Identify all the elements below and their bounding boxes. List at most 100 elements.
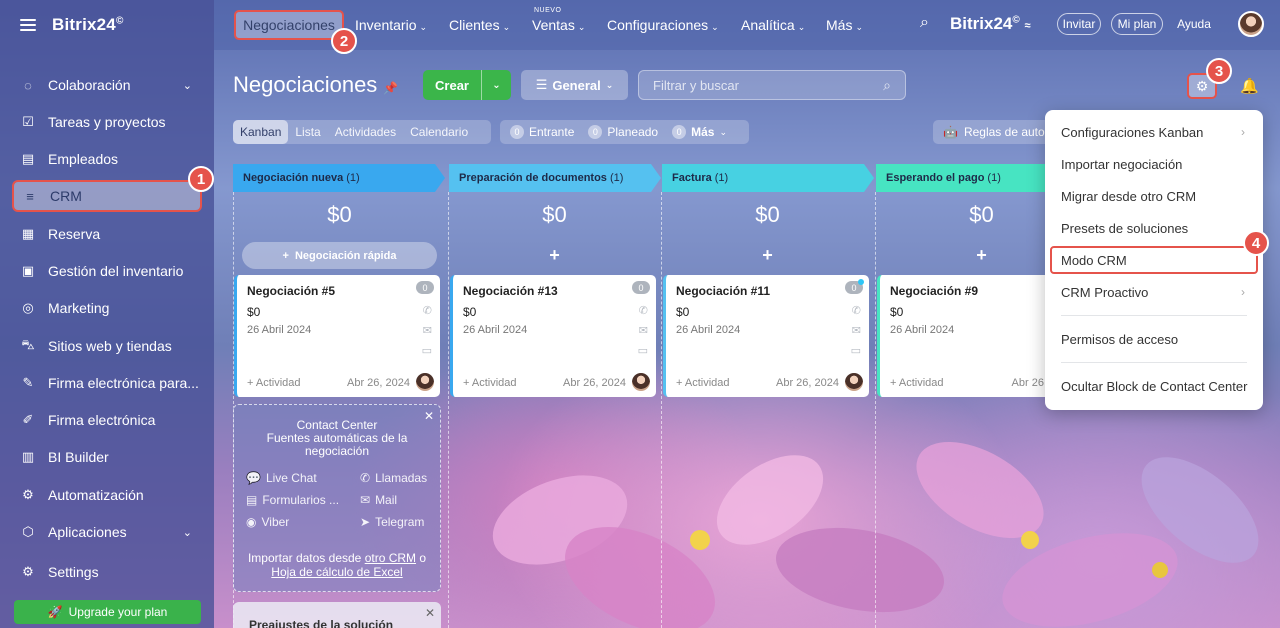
chat-icon[interactable]: ▭ <box>851 344 861 357</box>
automation-rules-button[interactable]: 🤖 Reglas de autom <box>933 120 1045 144</box>
deal-title[interactable]: Negociación #13 <box>463 284 558 298</box>
deal-title[interactable]: Negociación #11 <box>676 284 770 298</box>
source-viber[interactable]: ◉ Viber <box>246 515 289 529</box>
tab-kanban[interactable]: Kanban <box>233 120 289 144</box>
import-excel-link[interactable]: Hoja de cálculo de Excel <box>271 565 402 579</box>
search-icon[interactable]: ⌕ <box>920 14 929 32</box>
responsible-avatar[interactable] <box>416 373 434 391</box>
counter-mas[interactable]: 0 Más ⌄ <box>672 125 727 139</box>
tab-calendario[interactable]: Calendario <box>403 120 475 144</box>
invite-button[interactable]: Invitar <box>1057 13 1101 35</box>
column-sum: $0 <box>755 202 780 227</box>
chat-icon[interactable]: ▭ <box>638 344 648 357</box>
sidebar-item-empleados[interactable]: ▤ Empleados <box>12 143 202 175</box>
search-input[interactable]: Filtrar y buscar ⌕ <box>638 70 906 100</box>
responsible-avatar[interactable] <box>845 373 863 391</box>
tab-lista[interactable]: Lista <box>288 120 327 144</box>
menu-item-proactive-crm[interactable]: CRM Proactivo › <box>1061 285 1251 300</box>
phone-icon[interactable]: ✆ <box>852 304 861 317</box>
add-deal-plus-icon[interactable]: + <box>452 245 657 266</box>
nav-tab-configuraciones[interactable]: Configuraciones ⌄ <box>607 17 719 33</box>
responsible-avatar[interactable] <box>632 373 650 391</box>
marketing-icon: ◎ <box>22 300 34 315</box>
sidebar-item-sitios[interactable]: ⛍ Sitios web y tiendas <box>12 330 202 362</box>
menu-item-migrate-crm[interactable]: Migrar desde otro CRM <box>1061 189 1251 204</box>
source-formularios[interactable]: ▤ Formularios ... <box>246 493 339 507</box>
sidebar-item-settings[interactable]: ⚙ Settings <box>12 556 202 588</box>
deal-card[interactable]: Negociación #5 $0 26 Abril 2024 0 ✆ ✉ ▭ … <box>234 275 440 397</box>
sidebar-item-firma-para[interactable]: ✎ Firma electrónica para... <box>12 367 202 399</box>
sidebar-item-marketing[interactable]: ◎ Marketing <box>12 292 202 324</box>
add-activity-link[interactable]: + Actividad <box>890 377 944 389</box>
source-label: Viber <box>261 515 290 529</box>
sidebar-item-reserva[interactable]: ▦ Reserva <box>12 218 202 250</box>
menu-item-solution-presets[interactable]: Presets de soluciones <box>1061 221 1251 236</box>
menu-item-access-permissions[interactable]: Permisos de acceso <box>1061 332 1251 347</box>
column-header-preparacion[interactable]: Preparación de documentos (1) <box>449 164 661 192</box>
add-activity-link[interactable]: + Actividad <box>463 377 517 389</box>
bell-icon[interactable]: 🔔 <box>1240 77 1259 95</box>
source-llamadas[interactable]: ✆ Llamadas <box>360 471 427 485</box>
menu-item-crm-mode[interactable]: Modo CRM <box>1061 253 1251 268</box>
column-sum: $0 <box>327 202 352 227</box>
menu-item-import-deal[interactable]: Importar negociación <box>1061 157 1251 172</box>
deal-card[interactable]: Negociación #9 $0 26 Abril 2024 + Activi… <box>877 275 1047 397</box>
sidebar-item-automatizacion[interactable]: ⚙ Automatización <box>12 479 202 511</box>
mail-icon[interactable]: ✉ <box>852 324 861 337</box>
upgrade-plan-button[interactable]: 🚀 Upgrade your plan <box>14 600 201 624</box>
quick-deal-button[interactable]: + Negociación rápida <box>242 242 437 269</box>
close-icon[interactable]: ✕ <box>425 606 435 620</box>
source-live-chat[interactable]: 💬 Live Chat <box>246 471 317 485</box>
sidebar-item-tareas[interactable]: ☑ Tareas y proyectos <box>12 106 202 138</box>
menu-item-hide-contact-center[interactable]: Ocultar Block de Contact Center <box>1061 379 1251 394</box>
chevron-down-icon[interactable]: ⌄ <box>481 70 511 100</box>
nav-tab-inventario[interactable]: Inventario ⌄ <box>355 17 427 33</box>
deal-title[interactable]: Negociación #5 <box>247 284 335 298</box>
deal-card[interactable]: Negociación #11 $0 26 Abril 2024 0 ✆ ✉ ▭… <box>663 275 869 397</box>
user-avatar[interactable] <box>1238 11 1264 37</box>
counter-entrante[interactable]: 0 Entrante <box>510 125 574 139</box>
phone-icon[interactable]: ✆ <box>639 304 648 317</box>
sidebar-item-bi-builder[interactable]: ▥ BI Builder <box>12 441 202 473</box>
sidebar-item-inventario[interactable]: ▣ Gestión del inventario <box>12 255 202 287</box>
counter-planeado[interactable]: 0 Planeado <box>588 125 658 139</box>
column-header-nueva[interactable]: Negociación nueva (1) <box>233 164 445 192</box>
column-header-esperando[interactable]: Esperando el pago (1) <box>876 164 1056 192</box>
mail-icon[interactable]: ✉ <box>423 324 432 337</box>
sidebar-item-aplicaciones[interactable]: ⬡ Aplicaciones ⌄ <box>12 516 202 548</box>
deal-card[interactable]: Negociación #13 $0 26 Abril 2024 0 ✆ ✉ ▭… <box>450 275 656 397</box>
nav-tab-mas[interactable]: Más ⌄ <box>826 17 863 33</box>
my-plan-button[interactable]: Mi plan <box>1111 13 1163 35</box>
menu-item-kanban-settings[interactable]: Configuraciones Kanban › <box>1061 125 1251 140</box>
source-telegram[interactable]: ➤ Telegram <box>360 515 424 529</box>
chat-icon[interactable]: ▭ <box>422 344 432 357</box>
employees-icon: ▤ <box>21 151 35 166</box>
phone-icon[interactable]: ✆ <box>423 304 432 317</box>
add-activity-link[interactable]: + Actividad <box>676 377 730 389</box>
nav-tab-analitica[interactable]: Analítica ⌄ <box>741 17 805 33</box>
deal-title[interactable]: Negociación #9 <box>890 284 978 298</box>
sidebar-item-crm[interactable]: ≡ CRM <box>12 180 202 212</box>
source-mail[interactable]: ✉ Mail <box>360 493 397 507</box>
brand-logo[interactable]: Bitrix24© <box>52 15 124 35</box>
pin-icon[interactable]: 📌 <box>383 81 398 95</box>
tab-actividades[interactable]: Actividades <box>328 120 403 144</box>
telegram-icon: ➤ <box>360 515 371 529</box>
column-header-factura[interactable]: Factura (1) <box>662 164 874 192</box>
brand-logo-top[interactable]: Bitrix24© ≈ <box>950 14 1031 34</box>
sidebar-item-firma[interactable]: ✐ Firma electrónica <box>12 404 202 436</box>
import-crm-link[interactable]: otro CRM <box>365 551 416 565</box>
pipeline-select-button[interactable]: ☰ General ⌄ <box>521 70 628 100</box>
create-button[interactable]: Crear ⌄ <box>423 70 511 100</box>
mail-icon[interactable]: ✉ <box>639 324 648 337</box>
settings-dropdown-menu: Configuraciones Kanban › Importar negocia… <box>1045 110 1263 410</box>
nav-tab-negociaciones[interactable]: Negociaciones <box>234 10 344 40</box>
help-button[interactable]: Ayuda <box>1172 13 1216 35</box>
menu-icon[interactable] <box>20 19 36 31</box>
nav-tab-ventas[interactable]: Ventas ⌄ <box>532 17 585 33</box>
nav-tab-clientes[interactable]: Clientes ⌄ <box>449 17 510 33</box>
sidebar-item-colaboracion[interactable]: ◌ Colaboración ⌄ <box>12 69 202 101</box>
add-activity-link[interactable]: + Actividad <box>247 377 301 389</box>
counter-value: 0 <box>510 125 524 139</box>
add-deal-plus-icon[interactable]: + <box>665 245 870 266</box>
